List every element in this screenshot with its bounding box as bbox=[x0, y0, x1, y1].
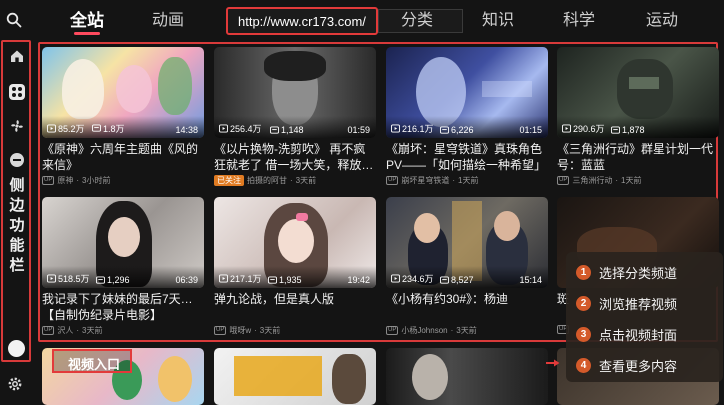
sidebar: 侧边功能栏 bbox=[1, 40, 31, 362]
home-icon[interactable] bbox=[9, 48, 25, 64]
video-title[interactable]: 《小杨有约30#》：杨迪 bbox=[386, 291, 548, 323]
step-item: 4 查看更多内容 bbox=[576, 355, 677, 375]
step-text: 点击视频封面 bbox=[599, 327, 678, 343]
category-tab-frame[interactable]: 分类 bbox=[378, 9, 463, 33]
video-thumbnail[interactable]: 85.2万 1.8万 14:38 bbox=[42, 47, 204, 138]
video-meta: UP 三角洲行动 · 1天前 bbox=[557, 176, 642, 185]
fan-icon[interactable] bbox=[9, 118, 25, 134]
video-thumbnail[interactable]: 234.6万 8,527 15:14 bbox=[386, 197, 548, 288]
video-thumbnail[interactable]: 216.1万 6,226 01:15 bbox=[386, 47, 548, 138]
arrow-right-icon bbox=[546, 359, 560, 367]
step-text: 查看更多内容 bbox=[599, 358, 678, 374]
video-title[interactable]: 《以片换物-洗剪吹》 再不疯狂就老了 借一场大笑，释放… bbox=[214, 141, 376, 173]
step-item: 2 浏览推荐视频 bbox=[576, 293, 677, 313]
tab-all[interactable]: 全站 bbox=[70, 11, 104, 35]
steps-guide-panel: 1 选择分类频道 2 浏览推荐视频 3 点击视频封面 4 查看更多内容 bbox=[566, 252, 723, 382]
apps-icon[interactable] bbox=[9, 84, 25, 100]
gear-icon[interactable] bbox=[7, 376, 23, 392]
tab-science[interactable]: 科学 bbox=[563, 11, 595, 35]
sidebar-label: 侧边功能栏 bbox=[9, 177, 25, 274]
url-highlight-box: http://www.cr173.com/ bbox=[226, 7, 378, 35]
video-meta: UP 原神 · 3小时前 bbox=[42, 176, 111, 185]
video-meta: UP 沢人 · 3天前 bbox=[42, 326, 103, 335]
video-title[interactable]: 《崩坏：星穹铁道》真珠角色PV——「如何描绘一种希望」 bbox=[386, 141, 548, 173]
video-thumbnail[interactable]: 290.6万 1,878 bbox=[557, 47, 719, 138]
top-nav-bar: 全站 动画 http://www.cr173.com/ 分类 知识 科学 运动 bbox=[0, 0, 724, 42]
video-title[interactable]: 《原神》六周年主题曲《风的来信》 bbox=[42, 141, 204, 173]
video-title[interactable]: 我记录下了妹妹的最后7天…【自制伪纪录片电影】 bbox=[42, 291, 204, 323]
video-meta: 已关注 拍摄的阿甘 · 3天前 bbox=[214, 175, 316, 186]
step-item: 3 点击视频封面 bbox=[576, 324, 677, 344]
tab-knowledge[interactable]: 知识 bbox=[482, 11, 514, 35]
video-entry-highlight[interactable]: 视频入口 bbox=[52, 349, 132, 373]
video-entry-label: 视频入口 bbox=[68, 357, 121, 372]
video-thumbnail[interactable] bbox=[214, 348, 376, 405]
minus-circle-icon[interactable] bbox=[9, 152, 25, 168]
step-text: 浏览推荐视频 bbox=[599, 296, 678, 312]
tab-sports[interactable]: 运动 bbox=[646, 11, 678, 35]
video-title[interactable]: 《三角洲行动》群星计划一代号：蓝蓝 bbox=[557, 141, 719, 173]
tab-anime[interactable]: 动画 bbox=[152, 11, 184, 35]
video-meta: UP 小杨Johnson · 3天前 bbox=[386, 326, 477, 335]
step-number: 2 bbox=[576, 295, 591, 311]
avatar[interactable] bbox=[8, 340, 25, 357]
video-title[interactable]: 弹九论战，但是真人版 bbox=[214, 291, 376, 323]
step-number: 4 bbox=[576, 357, 591, 373]
video-meta: UP 哦呀w · 3天前 bbox=[214, 326, 281, 335]
step-item: 1 选择分类频道 bbox=[576, 262, 677, 282]
step-number: 1 bbox=[576, 264, 591, 280]
url-text: http://www.cr173.com/ bbox=[238, 14, 366, 29]
tab-category[interactable]: 分类 bbox=[401, 11, 433, 35]
step-text: 选择分类频道 bbox=[599, 265, 678, 281]
video-thumbnail[interactable]: 217.1万 1,935 19:42 bbox=[214, 197, 376, 288]
step-number: 3 bbox=[576, 326, 591, 342]
search-icon[interactable] bbox=[6, 12, 22, 28]
video-thumbnail[interactable]: 256.4万 1,148 01:59 bbox=[214, 47, 376, 138]
video-thumbnail[interactable]: 518.5万 1,296 06:39 bbox=[42, 197, 204, 288]
video-meta: UP 崩坏星穹铁道 · 1天前 bbox=[386, 176, 479, 185]
video-thumbnail[interactable] bbox=[386, 348, 548, 405]
